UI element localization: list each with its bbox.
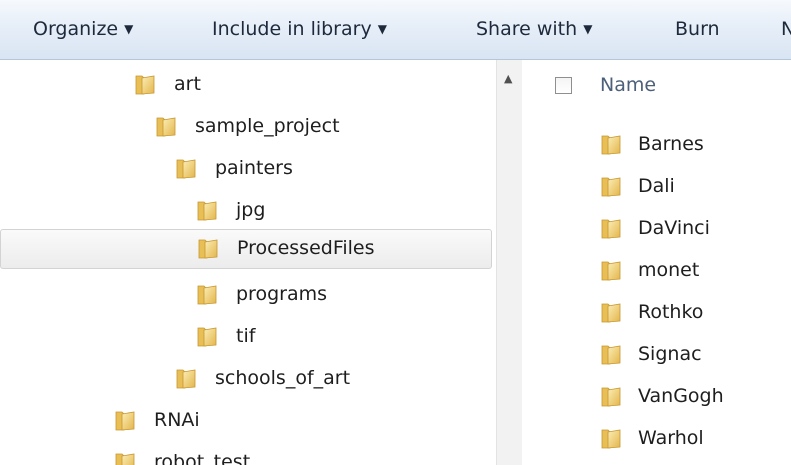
folder-icon: [600, 133, 622, 155]
file-name: Rothko: [638, 301, 704, 323]
navigation-pane: art sample_project painters jpg Processe…: [0, 60, 496, 465]
folder-icon: [600, 385, 622, 407]
nav-item-label: ProcessedFiles: [237, 237, 375, 259]
folder-icon: [600, 259, 622, 281]
folder-icon: [197, 237, 219, 259]
new-folder-button[interactable]: N: [781, 16, 791, 42]
nav-item-label: programs: [236, 283, 328, 305]
share-with-button[interactable]: Share with ▼: [476, 16, 592, 42]
chevron-down-icon: ▼: [583, 22, 593, 36]
folder-icon: [600, 175, 622, 197]
folder-icon: [196, 325, 218, 347]
nav-item-label: jpg: [236, 199, 266, 221]
nav-item-label: schools_of_art: [215, 367, 351, 389]
nav-item-label: RNAi: [154, 409, 200, 431]
folder-icon: [114, 409, 136, 431]
nav-item-rnai[interactable]: RNAi: [114, 402, 414, 438]
file-name: DaVinci: [638, 217, 710, 239]
nav-item-label: robot_test: [154, 451, 251, 465]
nav-item-robot-test[interactable]: robot_test: [114, 444, 414, 465]
organize-button[interactable]: Organize ▼: [33, 16, 133, 42]
folder-icon: [175, 367, 197, 389]
folder-icon: [175, 157, 197, 179]
select-all-checkbox[interactable]: [555, 77, 572, 94]
nav-item-sample-project[interactable]: sample_project: [155, 108, 455, 144]
nav-item-label: tif: [236, 325, 256, 347]
burn-button[interactable]: Burn: [675, 16, 720, 42]
file-name: Dali: [638, 175, 675, 197]
chevron-down-icon: ▼: [124, 22, 134, 36]
new-folder-label: N: [781, 18, 791, 40]
nav-scrollbar[interactable]: ▲: [496, 60, 522, 465]
include-in-library-button[interactable]: Include in library ▼: [212, 16, 387, 42]
nav-item-processedfiles[interactable]: ProcessedFiles: [0, 229, 492, 269]
file-name: Warhol: [638, 427, 704, 449]
folder-icon: [196, 199, 218, 221]
nav-item-label: sample_project: [195, 115, 340, 137]
folder-icon: [600, 217, 622, 239]
scroll-up-icon[interactable]: ▲: [504, 72, 512, 85]
nav-item-jpg[interactable]: jpg: [196, 192, 476, 228]
chevron-down-icon: ▼: [377, 22, 387, 36]
nav-item-painters[interactable]: painters: [175, 150, 475, 186]
organize-label: Organize: [33, 18, 119, 40]
folder-icon: [114, 451, 136, 465]
name-column-header[interactable]: Name: [600, 74, 656, 96]
nav-item-art[interactable]: art: [134, 66, 434, 102]
nav-item-tif[interactable]: tif: [196, 318, 476, 354]
burn-label: Burn: [675, 18, 720, 40]
command-bar: Organize ▼ Include in library ▼ Share with…: [0, 0, 791, 60]
file-name: Signac: [638, 343, 702, 365]
nav-item-schools-of-art[interactable]: schools_of_art: [175, 360, 475, 396]
folder-icon: [196, 283, 218, 305]
include-in-library-label: Include in library: [212, 18, 372, 40]
share-with-label: Share with: [476, 18, 578, 40]
file-name: VanGogh: [638, 385, 724, 407]
folder-icon: [155, 115, 177, 137]
folder-icon: [600, 427, 622, 449]
file-name: Barnes: [638, 133, 704, 155]
nav-item-label: painters: [215, 157, 293, 179]
file-name: monet: [638, 259, 700, 281]
nav-item-label: art: [174, 73, 201, 95]
file-list-pane: Name Barnes Dali DaVinci monet Rothko Si…: [522, 60, 791, 465]
folder-icon: [600, 343, 622, 365]
nav-item-programs[interactable]: programs: [196, 276, 476, 312]
folder-icon: [600, 301, 622, 323]
folder-icon: [134, 73, 156, 95]
